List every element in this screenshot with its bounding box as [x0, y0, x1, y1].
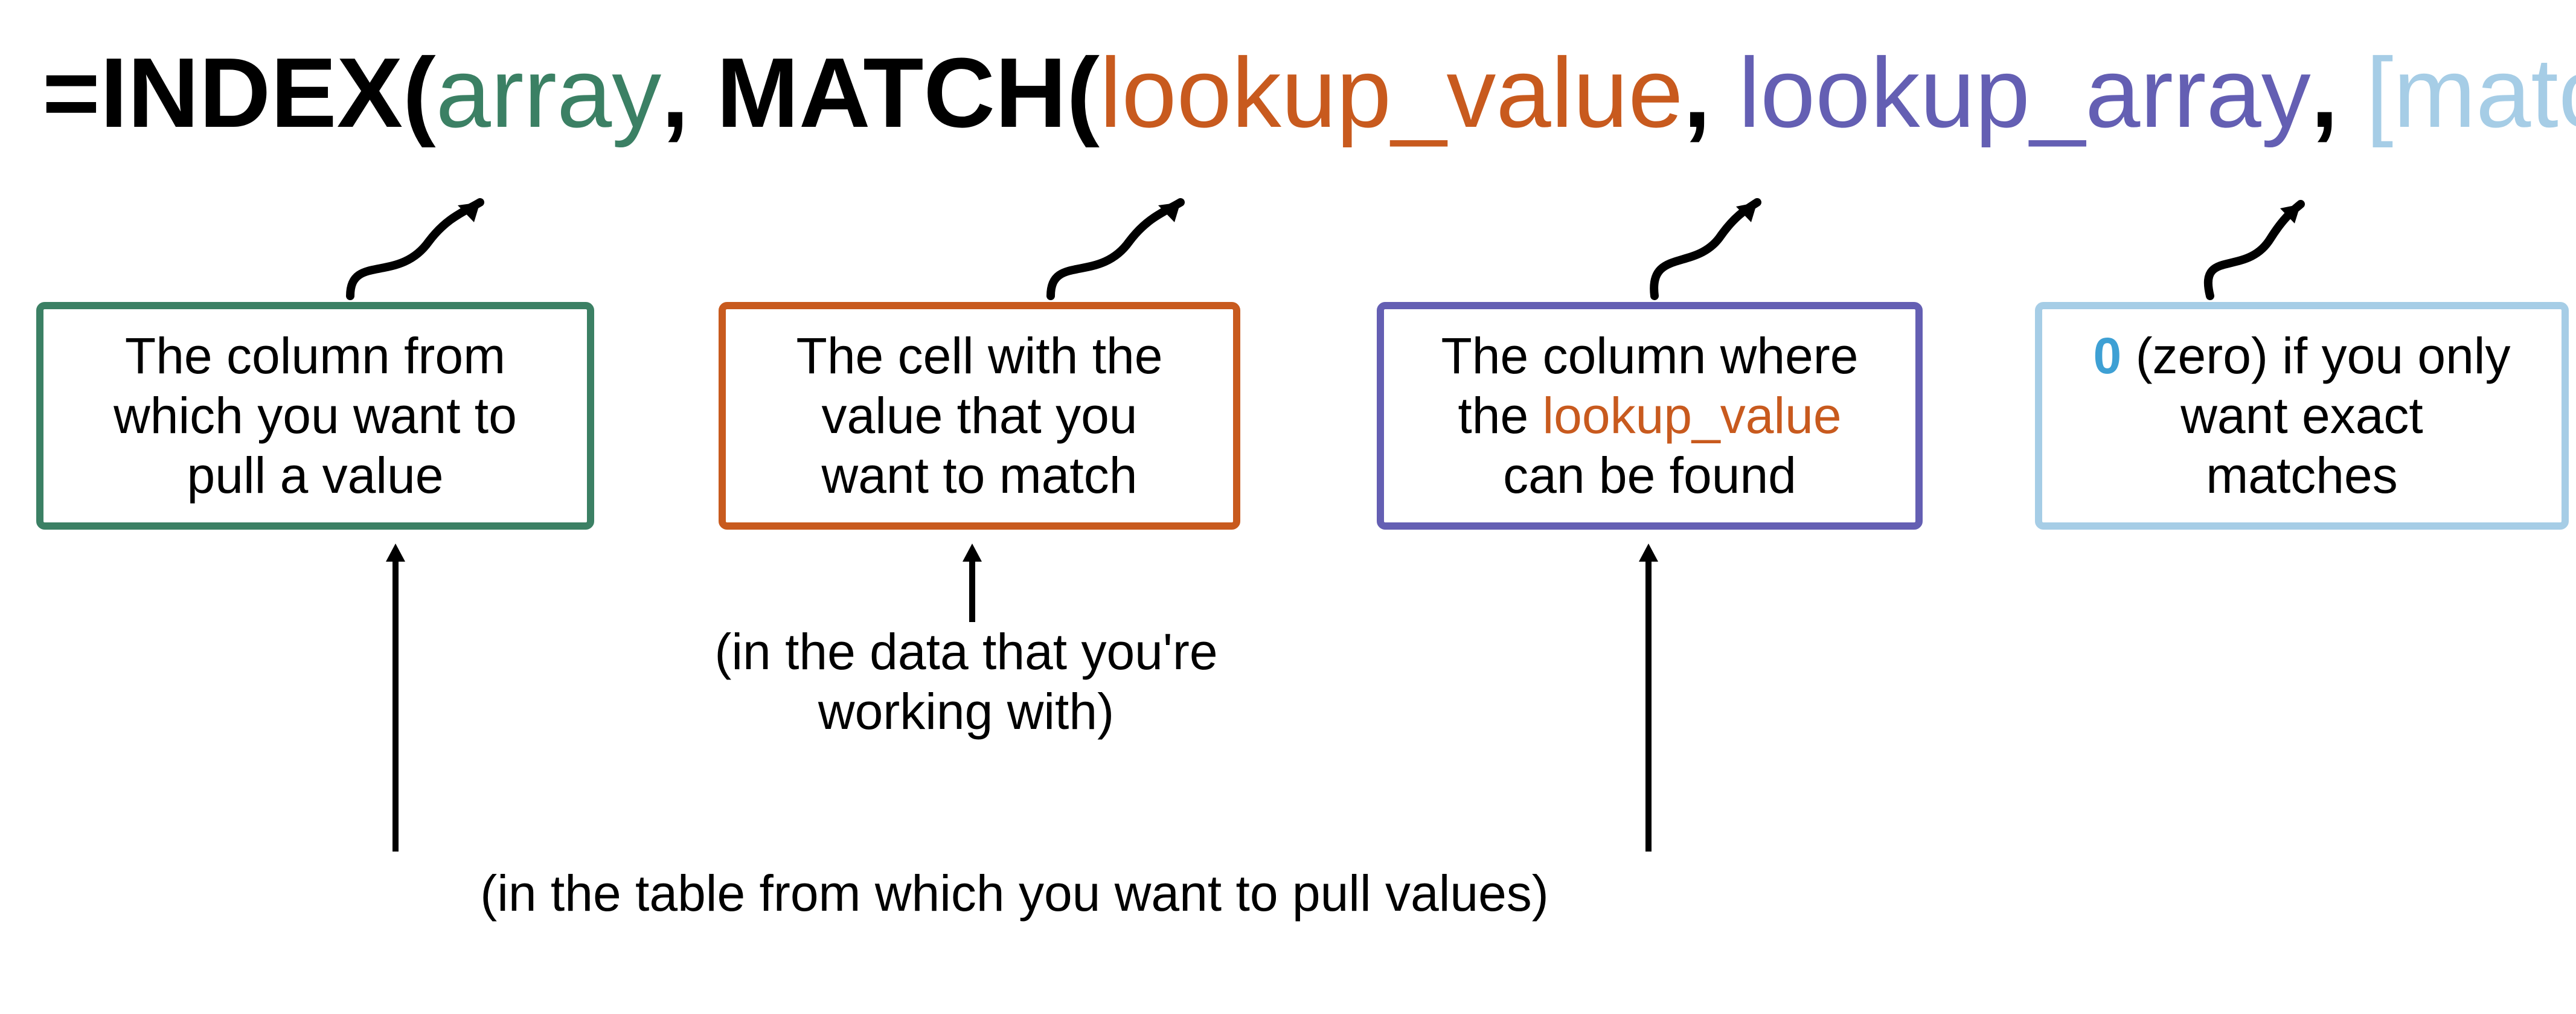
arrow-lookup-array-to-formula — [1630, 181, 1775, 302]
box-lookup-value-line3: want to match — [822, 447, 1138, 504]
arrow-caption-pull-values-left — [377, 544, 414, 852]
formula-comma1: , — [661, 37, 716, 148]
box-lookup-value: The cell with the value that you want to… — [719, 302, 1240, 530]
box-lookup-array-line3: can be found — [1503, 447, 1796, 504]
formula-lookup-array-arg: lookup_array — [1738, 37, 2311, 148]
arrow-array-to-formula — [326, 181, 507, 302]
box-lookup-array-line1: The column where — [1441, 327, 1859, 384]
box-lookup-value-line2: value that you — [821, 387, 1137, 444]
caption-working-with: (in the data that you're working with) — [682, 622, 1250, 742]
caption-working-with-line2: working with) — [818, 683, 1114, 740]
formula-array-arg: array — [436, 37, 662, 148]
box-lookup-value-line1: The cell with the — [796, 327, 1163, 384]
formula-comma3: , — [2311, 37, 2366, 148]
formula-lookup-value-arg: lookup_value — [1100, 37, 1684, 148]
arrow-caption-pull-values-right — [1630, 544, 1667, 852]
formula-index-open: INDEX( — [100, 37, 436, 148]
box-array-line2: which you want to — [114, 387, 517, 444]
box-lookup-array-highlight: lookup_value — [1543, 387, 1842, 444]
box-lookup-array: The column where the lookup_value can be… — [1377, 302, 1923, 530]
caption-pull-values: (in the table from which you want to pul… — [344, 864, 1685, 923]
formula-comma2: , — [1684, 37, 1738, 148]
diagram-canvas: =INDEX(array, MATCH(lookup_value, lookup… — [0, 0, 2576, 1014]
box-match-type-rest1: (zero) if you only — [2121, 327, 2510, 384]
box-array-line3: pull a value — [187, 447, 444, 504]
arrow-match-type-to-formula — [2180, 181, 2313, 302]
box-match-type-line3: matches — [2206, 447, 2397, 504]
arrow-caption-working-with — [954, 544, 990, 622]
arrow-lookup-value-to-formula — [1027, 181, 1208, 302]
formula-equals: = — [42, 37, 100, 148]
caption-pull-values-text: (in the table from which you want to pul… — [480, 865, 1549, 922]
formula-match-type-arg: [match_type] — [2366, 37, 2576, 148]
box-match-type-zero: 0 — [2094, 327, 2122, 384]
caption-working-with-line1: (in the data that you're — [714, 623, 1217, 680]
box-match-type: 0 (zero) if you only want exact matches — [2035, 302, 2569, 530]
box-array: The column from which you want to pull a… — [36, 302, 594, 530]
box-lookup-array-line2-pre: the — [1458, 387, 1542, 444]
box-array-line1: The column from — [125, 327, 505, 384]
box-match-type-line2: want exact — [2180, 387, 2423, 444]
formula-match-open: MATCH( — [716, 37, 1100, 148]
formula-line: =INDEX(array, MATCH(lookup_value, lookup… — [42, 36, 2576, 150]
